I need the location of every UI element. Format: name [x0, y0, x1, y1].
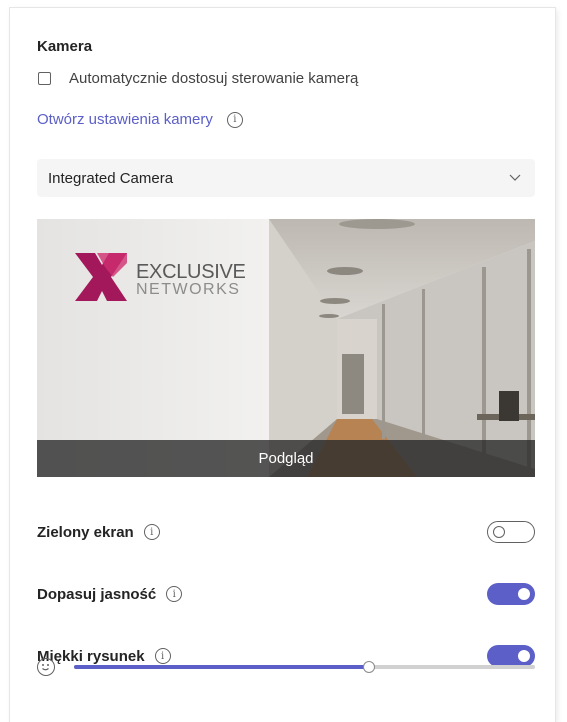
- auto-adjust-label: Automatycznie dostosuj sterowanie kamerą: [69, 70, 359, 87]
- camera-settings-link-row: Otwórz ustawienia kamery i: [37, 111, 243, 128]
- open-camera-settings-link[interactable]: Otwórz ustawienia kamery: [37, 111, 213, 128]
- auto-adjust-row[interactable]: Automatycznie dostosuj sterowanie kamerą: [37, 70, 358, 87]
- slider-fill: [74, 665, 370, 669]
- info-icon[interactable]: i: [166, 586, 183, 602]
- preview-image: [37, 219, 535, 477]
- exclusive-networks-logo: EXCLUSIVE NETWORKS: [136, 261, 246, 298]
- soft-focus-slider-row: [37, 658, 535, 676]
- green-screen-toggle[interactable]: [487, 521, 535, 543]
- camera-preview: EXCLUSIVE NETWORKS Podgląd: [37, 219, 535, 477]
- setting-row-brightness: Dopasuj jasność i: [37, 582, 535, 606]
- brightness-toggle[interactable]: [487, 583, 535, 605]
- preview-label: Podgląd: [258, 450, 314, 467]
- chevron-down-icon: [509, 174, 521, 181]
- info-icon[interactable]: i: [143, 524, 160, 540]
- slider-thumb[interactable]: [363, 661, 376, 673]
- soft-focus-slider[interactable]: [74, 661, 535, 673]
- face-icon: [37, 658, 55, 676]
- preview-label-bar: Podgląd: [37, 440, 535, 477]
- setting-row-green-screen: Zielony ekran i: [37, 520, 535, 544]
- auto-adjust-checkbox[interactable]: [38, 72, 51, 85]
- info-icon[interactable]: i: [226, 111, 243, 128]
- camera-select-value: Integrated Camera: [48, 169, 174, 187]
- camera-section-title: Kamera: [37, 38, 93, 55]
- brightness-label: Dopasuj jasność: [37, 585, 157, 603]
- green-screen-label: Zielony ekran: [37, 523, 134, 541]
- camera-select[interactable]: Integrated Camera: [37, 159, 535, 197]
